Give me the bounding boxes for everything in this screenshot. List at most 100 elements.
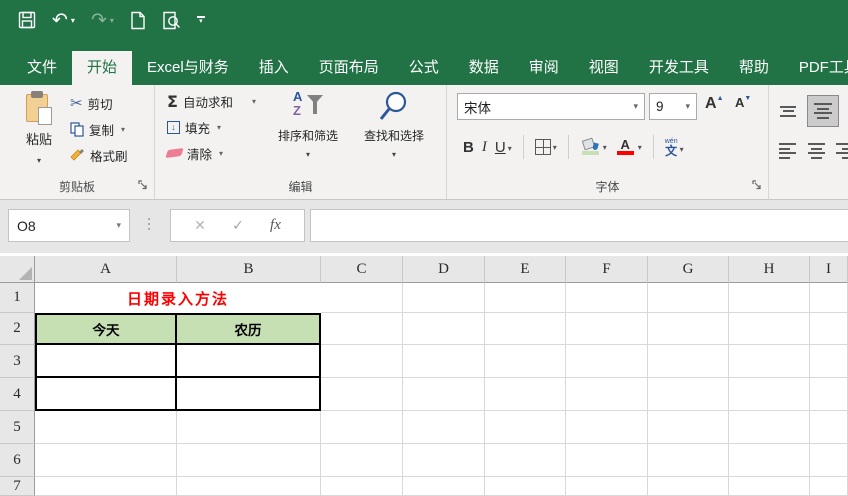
column-header-a[interactable]: A	[35, 256, 177, 283]
clear-button[interactable]: 清除 ▾	[167, 143, 256, 163]
tab-excel-finance[interactable]: Excel与财务	[132, 51, 244, 85]
cell[interactable]	[177, 411, 321, 444]
cell[interactable]	[566, 313, 648, 345]
column-header-f[interactable]: F	[566, 256, 648, 283]
column-header-h[interactable]: H	[729, 256, 810, 283]
undo-button[interactable]: ↶▾	[52, 11, 75, 30]
save-icon[interactable]	[18, 11, 36, 29]
row-header-6[interactable]: 6	[0, 444, 35, 477]
cell[interactable]	[321, 345, 403, 378]
autosum-button[interactable]: Σ 自动求和 ▾	[167, 91, 256, 111]
font-dialog-launcher[interactable]	[752, 177, 762, 195]
cell-a2-header[interactable]: 今天	[35, 313, 177, 345]
insert-function-button[interactable]: fx	[270, 217, 281, 234]
row-header-4[interactable]: 4	[0, 378, 35, 411]
cell[interactable]	[35, 444, 177, 477]
decrease-font-button[interactable]: A▼	[735, 95, 751, 110]
cell[interactable]	[177, 477, 321, 496]
find-select-button[interactable]: 查找和选择 ▾	[353, 89, 435, 159]
cell[interactable]	[729, 283, 810, 313]
tab-developer[interactable]: 开发工具	[634, 51, 724, 85]
cell[interactable]	[403, 313, 485, 345]
tab-data[interactable]: 数据	[454, 51, 514, 85]
name-box[interactable]: O8 ▾	[8, 209, 130, 242]
cell[interactable]	[729, 444, 810, 477]
bold-button[interactable]: B	[459, 139, 478, 156]
row-header-2[interactable]: 2	[0, 313, 35, 345]
column-header-d[interactable]: D	[403, 256, 485, 283]
cell-a4[interactable]	[35, 378, 177, 411]
tab-home[interactable]: 开始	[72, 51, 132, 85]
cell-a1-title[interactable]: 日期录入方法	[35, 283, 321, 313]
enter-icon[interactable]: ✓	[232, 217, 244, 234]
fill-color-button[interactable]: ▾	[576, 139, 611, 155]
print-preview-icon[interactable]	[162, 11, 181, 30]
new-file-icon[interactable]	[130, 11, 146, 30]
cell[interactable]	[729, 313, 810, 345]
paste-button[interactable]: 粘贴 ▾	[14, 91, 64, 177]
cell[interactable]	[648, 283, 729, 313]
copy-button[interactable]: 复制 ▾	[70, 119, 128, 139]
cell[interactable]	[566, 411, 648, 444]
cell[interactable]	[810, 313, 848, 345]
cell[interactable]	[485, 444, 566, 477]
align-right-button[interactable]	[835, 143, 848, 159]
tab-pdf-tools[interactable]: PDF工具集	[784, 51, 848, 85]
cell[interactable]	[566, 283, 648, 313]
cell-b2-header[interactable]: 农历	[177, 313, 321, 345]
cell[interactable]	[485, 283, 566, 313]
cell[interactable]	[566, 345, 648, 378]
cell[interactable]	[321, 444, 403, 477]
sort-filter-button[interactable]: AZ 排序和筛选 ▾	[267, 89, 349, 159]
cell[interactable]	[648, 411, 729, 444]
tab-formulas[interactable]: 公式	[394, 51, 454, 85]
column-header-i[interactable]: I	[810, 256, 848, 283]
cell[interactable]	[321, 378, 403, 411]
cell[interactable]	[321, 411, 403, 444]
underline-button[interactable]: U ▾	[491, 139, 516, 156]
cell[interactable]	[648, 313, 729, 345]
cell[interactable]	[648, 477, 729, 496]
column-header-c[interactable]: C	[321, 256, 403, 283]
cell[interactable]	[177, 444, 321, 477]
top-align-button[interactable]	[779, 106, 797, 117]
formula-bar-resize-handle[interactable]	[148, 218, 150, 230]
column-header-g[interactable]: G	[648, 256, 729, 283]
column-header-e[interactable]: E	[485, 256, 566, 283]
increase-font-button[interactable]: A▲	[705, 95, 724, 113]
cut-button[interactable]: ✂ 剪切	[70, 93, 128, 113]
row-header-5[interactable]: 5	[0, 411, 35, 444]
cell[interactable]	[403, 283, 485, 313]
column-header-b[interactable]: B	[177, 256, 321, 283]
cell[interactable]	[403, 411, 485, 444]
cell-a3[interactable]	[35, 345, 177, 378]
middle-align-button[interactable]	[807, 95, 839, 127]
italic-button[interactable]: I	[478, 139, 491, 156]
tab-help[interactable]: 帮助	[724, 51, 784, 85]
cell[interactable]	[485, 345, 566, 378]
tab-view[interactable]: 视图	[574, 51, 634, 85]
cell[interactable]	[810, 283, 848, 313]
cell[interactable]	[729, 345, 810, 378]
cell[interactable]	[729, 378, 810, 411]
cell[interactable]	[810, 411, 848, 444]
cell[interactable]	[485, 477, 566, 496]
cell[interactable]	[403, 444, 485, 477]
cell[interactable]	[729, 477, 810, 496]
cell[interactable]	[35, 411, 177, 444]
cell[interactable]	[648, 345, 729, 378]
cell[interactable]	[403, 378, 485, 411]
cell[interactable]	[35, 477, 177, 496]
cell[interactable]	[810, 378, 848, 411]
tab-review[interactable]: 审阅	[514, 51, 574, 85]
cell[interactable]	[321, 477, 403, 496]
font-color-button[interactable]: A ▾	[611, 139, 646, 155]
cell[interactable]	[485, 313, 566, 345]
align-center-button[interactable]	[807, 143, 825, 159]
format-painter-button[interactable]: 格式刷	[70, 145, 128, 165]
fill-button[interactable]: ↓ 填充 ▾	[167, 117, 256, 137]
cell[interactable]	[485, 378, 566, 411]
tab-file[interactable]: 文件	[12, 51, 72, 85]
formula-input[interactable]	[310, 209, 848, 242]
row-header-3[interactable]: 3	[0, 345, 35, 378]
